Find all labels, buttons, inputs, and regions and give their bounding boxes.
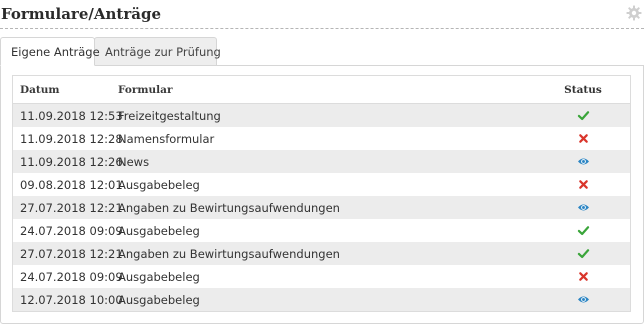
row-form-name: Ausgabebeleg	[118, 223, 200, 238]
row-status	[548, 156, 618, 167]
row-status	[548, 133, 618, 144]
table-row[interactable]: 12.07.2018 10:00 Ausgabebeleg	[13, 288, 630, 311]
check-icon	[577, 226, 589, 236]
tab-bar: Eigene Anträge Anträge zur Prüfung	[0, 37, 221, 66]
cross-icon	[578, 180, 588, 189]
row-status	[548, 248, 618, 259]
check-icon	[577, 249, 589, 259]
row-form-name: Freizeitgestaltung	[118, 108, 221, 123]
row-form-name: News	[118, 154, 150, 169]
eye-icon[interactable]	[577, 156, 590, 167]
row-date: 11.09.2018 12:26	[20, 154, 123, 169]
row-form-name: Angaben zu Bewirtungsaufwendungen	[118, 200, 340, 215]
table-row[interactable]: 11.09.2018 12:26 News	[13, 150, 630, 173]
row-date: 24.07.2018 09:09	[20, 223, 123, 238]
eye-icon[interactable]	[577, 294, 590, 305]
page-title: Formulare/Anträge	[1, 5, 161, 23]
table-row[interactable]: 11.09.2018 12:53 Freizeitgestaltung	[13, 104, 630, 127]
table-row[interactable]: 27.07.2018 12:21 Angaben zu Bewirtungsauf…	[13, 196, 630, 219]
row-date: 12.07.2018 10:00	[20, 292, 123, 307]
row-date: 09.08.2018 12:01	[20, 177, 123, 192]
eye-icon[interactable]	[577, 202, 590, 213]
table-row[interactable]: 24.07.2018 09:09 Ausgabebeleg	[13, 265, 630, 288]
table-row[interactable]: 24.07.2018 09:09 Ausgabebeleg	[13, 219, 630, 242]
gear-icon[interactable]	[626, 5, 642, 21]
row-status	[548, 271, 618, 282]
tab-requests-for-review[interactable]: Anträge zur Prüfung	[94, 37, 221, 66]
row-date: 27.07.2018 12:21	[20, 200, 123, 215]
row-status	[548, 202, 618, 213]
row-form-name: Ausgabebeleg	[118, 269, 200, 284]
header-divider	[0, 28, 644, 29]
tab-own-requests[interactable]: Eigene Anträge	[0, 37, 100, 66]
table-row[interactable]: 09.08.2018 12:01 Ausgabebeleg	[13, 173, 630, 196]
row-form-name: Namensformular	[118, 131, 215, 146]
row-status	[548, 179, 618, 190]
row-form-name: Angaben zu Bewirtungsaufwendungen	[118, 246, 340, 261]
column-header-form[interactable]: Formular	[118, 84, 548, 96]
cross-icon	[578, 134, 588, 143]
row-status	[548, 110, 618, 121]
table-row[interactable]: 11.09.2018 12:28 Namensformular	[13, 127, 630, 150]
column-header-status[interactable]: Status	[548, 84, 618, 96]
requests-table: Datum Formular Status 11.09.2018 12:53 Fr…	[12, 75, 631, 312]
check-icon	[577, 111, 589, 121]
row-status	[548, 294, 618, 305]
row-date: 11.09.2018 12:28	[20, 131, 123, 146]
row-date: 27.07.2018 12:21	[20, 246, 123, 261]
table-header-row: Datum Formular Status	[13, 76, 630, 104]
row-form-name: Ausgabebeleg	[118, 292, 200, 307]
column-header-date[interactable]: Datum	[13, 84, 118, 96]
table-row[interactable]: 27.07.2018 12:21 Angaben zu Bewirtungsauf…	[13, 242, 630, 265]
row-date: 24.07.2018 09:09	[20, 269, 123, 284]
row-status	[548, 225, 618, 236]
row-date: 11.09.2018 12:53	[20, 108, 123, 123]
cross-icon	[578, 272, 588, 281]
row-form-name: Ausgabebeleg	[118, 177, 200, 192]
